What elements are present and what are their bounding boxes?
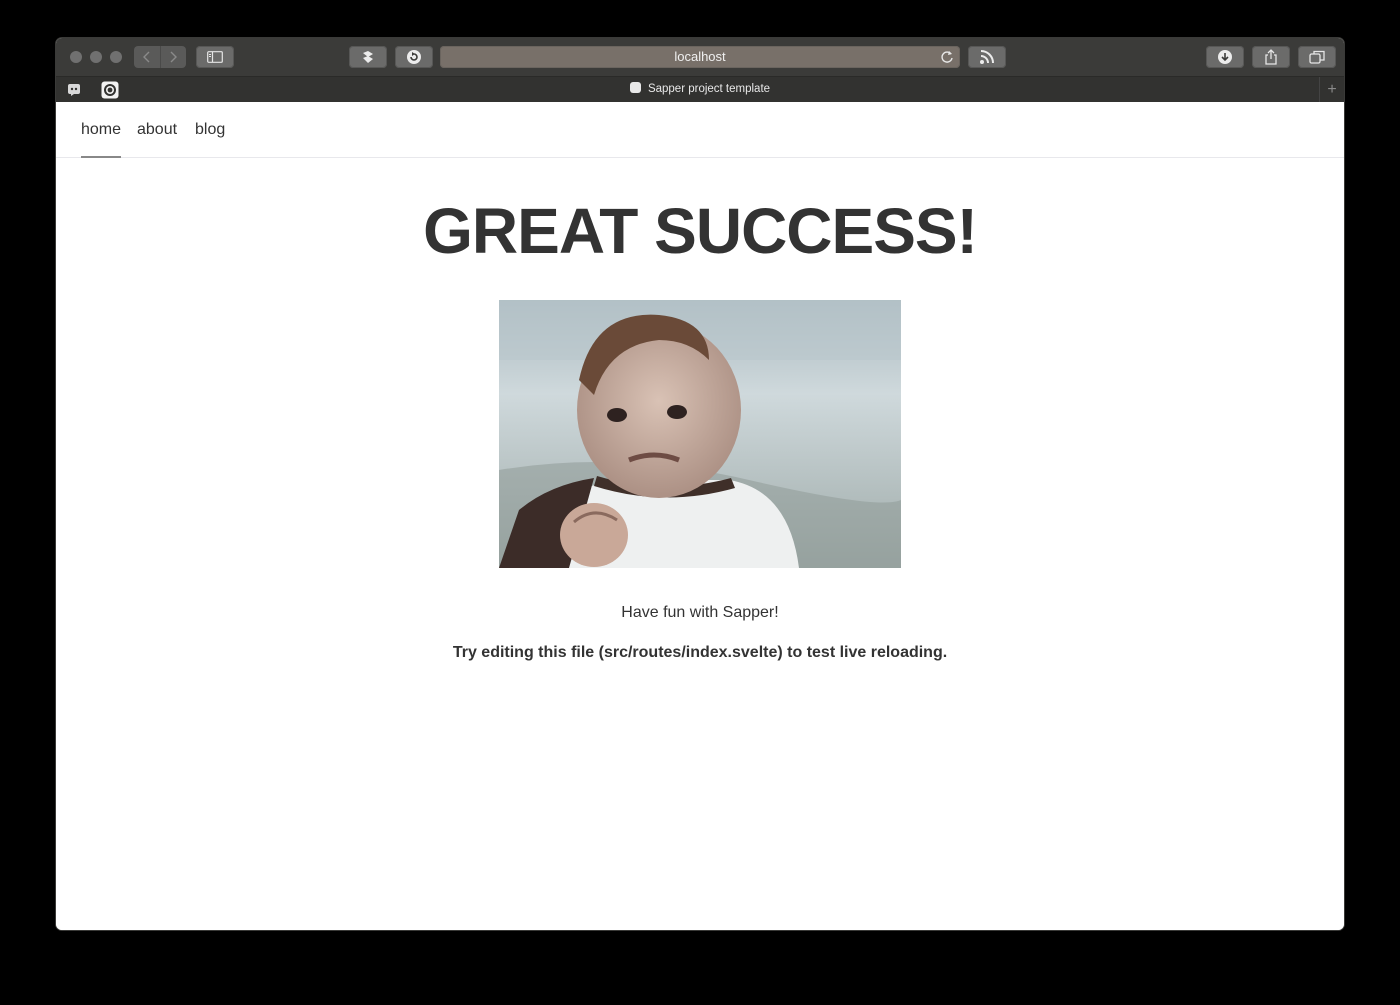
downloads-button[interactable] [1206, 46, 1244, 68]
refresh-extension-button[interactable] [395, 46, 433, 68]
rss-icon [980, 50, 994, 64]
zoom-window-button[interactable] [110, 51, 122, 63]
minimize-window-button[interactable] [90, 51, 102, 63]
nav-link-blog[interactable]: blog [195, 121, 225, 139]
live-reload-note: Try editing this file (src/routes/index.… [452, 644, 948, 661]
share-button[interactable] [1252, 46, 1290, 68]
forward-button[interactable] [159, 46, 187, 68]
history-navigation [134, 46, 186, 68]
rss-button[interactable] [968, 46, 1006, 68]
extension-button[interactable] [349, 46, 387, 68]
chevron-left-icon [142, 51, 150, 63]
page-heading: GREAT SUCCESS! [423, 195, 978, 267]
nav-link-about[interactable]: about [137, 121, 177, 139]
site-navigation: home about blog [56, 102, 1344, 158]
address-bar[interactable]: localhost [440, 46, 960, 68]
caption-text: Have fun with Sapper! [621, 604, 779, 621]
sapper-favicon-icon [629, 82, 641, 93]
sidebar-icon [207, 51, 223, 63]
new-tab-button[interactable]: + [1319, 77, 1344, 102]
address-url: localhost [674, 49, 726, 64]
nav-link-home[interactable]: home [81, 121, 122, 158]
circular-arrow-icon [407, 50, 421, 64]
reload-icon[interactable] [940, 49, 954, 70]
chevron-right-icon [170, 51, 178, 63]
tab-bar: Sapper project template + [56, 77, 1344, 102]
download-arrow-icon [1218, 50, 1232, 64]
tab-overview-button[interactable] [1298, 46, 1336, 68]
back-button[interactable] [134, 46, 160, 68]
tab-title: Sapper project template [647, 83, 771, 95]
close-window-button[interactable] [70, 51, 82, 63]
extension-swirl-icon [363, 51, 373, 63]
sidebar-toggle-button[interactable] [196, 46, 234, 68]
browser-toolbar: localhost [56, 38, 1344, 77]
tabs-icon [1309, 50, 1325, 64]
browser-window: localhost Sapper project template + home… [56, 38, 1344, 930]
page-content: home about blog GREAT SUCCESS! Have fun … [56, 102, 1344, 930]
share-icon [1265, 49, 1277, 65]
active-tab[interactable]: Sapper project template [56, 77, 1344, 102]
success-kid-photo [499, 300, 901, 568]
